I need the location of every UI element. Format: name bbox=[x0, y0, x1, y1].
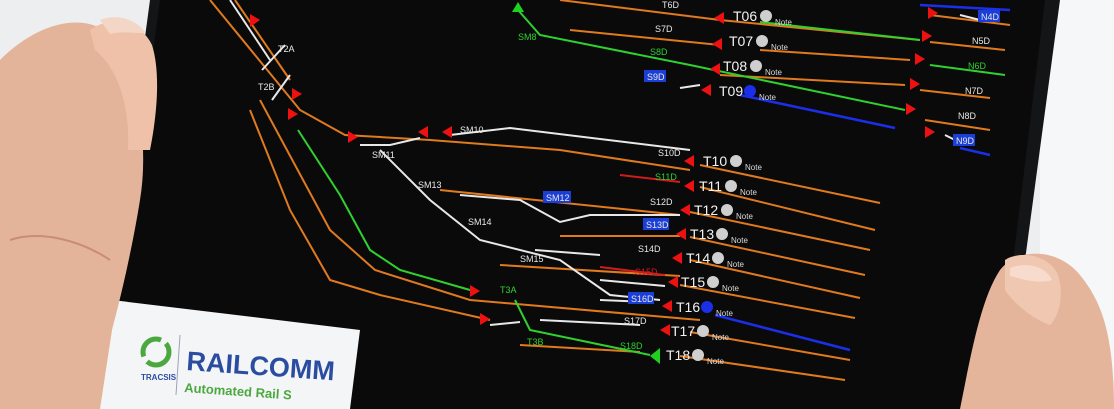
train-id: T14 bbox=[686, 250, 710, 266]
track-label: T2A bbox=[278, 44, 295, 54]
train-id: T09 bbox=[719, 83, 743, 99]
track-label: T3B bbox=[527, 337, 544, 347]
track-label: N8D bbox=[958, 111, 977, 121]
track-label: T3A bbox=[500, 285, 517, 295]
train-note: Note bbox=[731, 236, 748, 245]
train-status-dot bbox=[744, 85, 756, 97]
train-id: T17 bbox=[671, 323, 695, 339]
track-label: S10D bbox=[658, 148, 681, 158]
train-id: T07 bbox=[729, 33, 753, 49]
train-status-dot bbox=[730, 155, 742, 167]
train-status-dot bbox=[707, 276, 719, 288]
track-label: T2B bbox=[258, 82, 275, 92]
train-note: Note bbox=[707, 357, 724, 366]
train-status-dot bbox=[756, 35, 768, 47]
train-id: T10 bbox=[703, 153, 727, 169]
train-note: Note bbox=[736, 212, 753, 221]
track-label: S16D bbox=[631, 294, 654, 304]
train-id: T18 bbox=[666, 347, 690, 363]
train-note: Note bbox=[740, 188, 757, 197]
track-label: SM14 bbox=[468, 217, 492, 227]
train-note: Note bbox=[771, 43, 788, 52]
track-label: S11D bbox=[655, 172, 677, 182]
train-note: Note bbox=[722, 284, 739, 293]
track-label: S18D bbox=[620, 341, 643, 351]
train-note: Note bbox=[759, 93, 776, 102]
track-label: S14D bbox=[638, 244, 661, 254]
track-label: SM8 bbox=[518, 32, 537, 42]
track-label: S7D bbox=[655, 24, 673, 34]
track-label: S8D bbox=[650, 47, 668, 57]
train-status-dot bbox=[760, 10, 772, 22]
track-label: N4D bbox=[981, 12, 1000, 22]
track-label: S12D bbox=[650, 197, 673, 207]
train-id: T11 bbox=[699, 178, 722, 194]
train-note: Note bbox=[745, 163, 762, 172]
red-labels: S15D bbox=[635, 267, 658, 277]
train-status-dot bbox=[712, 252, 724, 264]
train-status-dot bbox=[716, 228, 728, 240]
track-label: T6D bbox=[662, 0, 680, 10]
train-id: T12 bbox=[694, 202, 718, 218]
tablet-scene: T6D S7D T2A T2B SM10 SM11 SM13 SM14 SM15… bbox=[0, 0, 1114, 409]
train-status-dot bbox=[721, 204, 733, 216]
train-note: Note bbox=[775, 18, 792, 27]
railcomm-screen: T6D S7D T2A T2B SM10 SM11 SM13 SM14 SM15… bbox=[98, 0, 1045, 409]
track-label: S13D bbox=[646, 220, 669, 230]
train-note: Note bbox=[727, 260, 744, 269]
train-id: T13 bbox=[690, 226, 714, 242]
track-label: SM13 bbox=[418, 180, 442, 190]
train-status-dot bbox=[701, 301, 713, 313]
train-id: T15 bbox=[681, 274, 705, 290]
track-label: N6D bbox=[968, 61, 987, 71]
train-status-dot bbox=[697, 325, 709, 337]
track-label: SM12 bbox=[546, 193, 570, 203]
company-name: TRACSIS bbox=[141, 373, 177, 382]
track-label: SM15 bbox=[520, 254, 544, 264]
train-id: T16 bbox=[676, 299, 700, 315]
train-status-dot bbox=[725, 180, 737, 192]
track-label: N9D bbox=[956, 136, 975, 146]
track-label: N5D bbox=[972, 36, 991, 46]
train-status-dot bbox=[750, 60, 762, 72]
train-note: Note bbox=[712, 333, 729, 342]
track-label: S9D bbox=[647, 72, 665, 82]
train-status-dot bbox=[692, 349, 704, 361]
train-note: Note bbox=[716, 309, 733, 318]
track-label: N7D bbox=[965, 86, 984, 96]
track-label: SM10 bbox=[460, 125, 484, 135]
track-label: SM11 bbox=[372, 150, 395, 160]
train-note: Note bbox=[765, 68, 782, 77]
track-label: S17D bbox=[624, 316, 647, 326]
train-id: T06 bbox=[733, 8, 757, 24]
train-id: T08 bbox=[723, 58, 747, 74]
track-label: S15D bbox=[635, 267, 658, 277]
